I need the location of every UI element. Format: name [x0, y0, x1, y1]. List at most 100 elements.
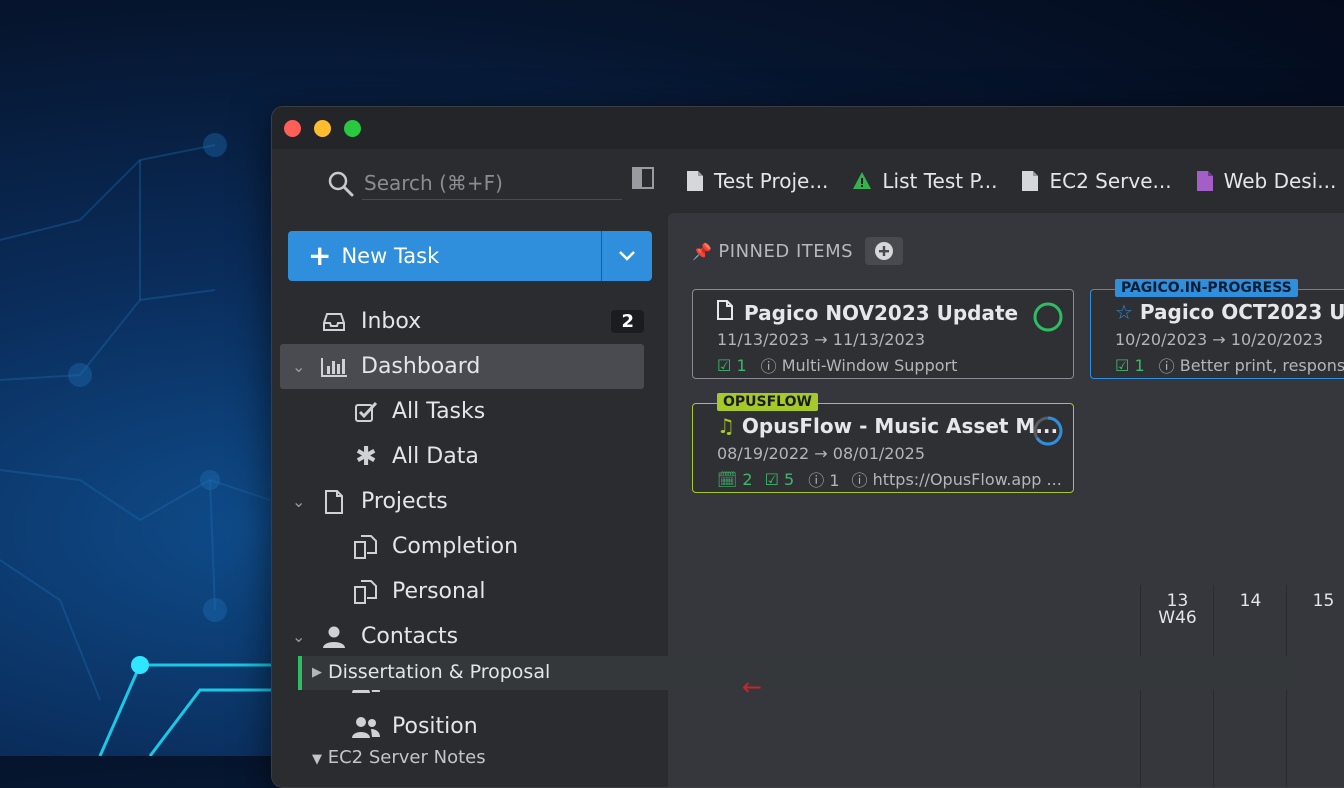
sidebar-toggle-icon[interactable] — [632, 167, 654, 189]
card-info-text: Multi-Window Support — [781, 355, 958, 375]
new-task-dropdown-button[interactable] — [601, 231, 652, 281]
calendar-count: 🗓 2 — [717, 469, 753, 489]
zoom-window-button[interactable] — [344, 120, 361, 137]
search-icon[interactable] — [328, 171, 354, 197]
tab-label: Test Proje... — [714, 169, 829, 193]
star-icon: ☆ — [1115, 300, 1133, 324]
chevron-down-icon — [619, 251, 635, 261]
sidebar-item-label: Position — [392, 714, 478, 739]
pinned-items-header: 📌 PINNED ITEMS — [692, 237, 904, 265]
card-title: Pagico NOV2023 Update — [717, 300, 1018, 325]
card-dates: 08/19/2022 → 08/01/2025 — [717, 444, 926, 463]
card-dates: 11/13/2023 → 11/13/2023 — [717, 330, 926, 349]
plus-circle-icon — [875, 242, 894, 260]
add-pinned-item-button[interactable] — [865, 237, 904, 265]
document-icon — [717, 300, 733, 320]
task-check-count: ☑ 1 — [1115, 355, 1145, 375]
pinned-card-oct2023[interactable]: PAGICO.IN-PROGRESS ☆ Pagico OCT2023 Upd … — [1090, 279, 1344, 379]
info-icon: ⓘ — [851, 471, 873, 490]
disclosure-triangle-icon[interactable]: ▼ — [312, 752, 322, 767]
music-note-icon: ♫ — [717, 414, 735, 438]
card-info-text: https://OpusFlow.app ... — [872, 469, 1062, 489]
info-icon: ⓘ — [1158, 357, 1180, 376]
people-group-icon — [352, 713, 380, 741]
card-title-text: Pagico NOV2023 Update — [743, 301, 1019, 325]
card-meta: 🗓 2 ☑ 5 ⓘ 1 ⓘ https://OpusFlow.app ... — [717, 467, 1062, 491]
card-meta: ☑ 1 ⓘ Multi-Window Support — [717, 353, 957, 377]
card-title: ☆ Pagico OCT2023 Upd — [1115, 300, 1344, 324]
document-icon — [1022, 171, 1039, 191]
question-count: ⓘ 1 — [808, 471, 840, 490]
new-task-button[interactable]: + New Task — [288, 231, 601, 281]
close-window-button[interactable] — [284, 120, 301, 137]
disclosure-triangle-icon[interactable]: ▶ — [312, 665, 322, 680]
sidebar: + New Task Inbox 2 ⌄ — [272, 149, 668, 787]
timeline-row-label: EC2 Server Notes — [327, 747, 486, 768]
sidebar-item-contacts[interactable]: ⌄ Contacts — [280, 614, 644, 659]
chevron-down-icon[interactable]: ⌄ — [292, 627, 310, 646]
question-count-value: 1 — [829, 471, 840, 490]
card-tag: PAGICO.IN-PROGRESS — [1115, 279, 1298, 297]
search-input[interactable] — [362, 167, 622, 200]
card-tag: OPUSFLOW — [717, 393, 818, 411]
pinned-items-title: PINNED ITEMS — [718, 240, 854, 262]
tab-test-project[interactable]: Test Proje... — [686, 169, 828, 193]
sidebar-item-inbox[interactable]: Inbox 2 — [280, 299, 644, 344]
sidebar-item-position[interactable]: Position — [280, 704, 644, 749]
search-bar — [328, 167, 628, 200]
sidebar-item-all-tasks[interactable]: All Tasks — [280, 389, 644, 434]
document-purple-icon — [1196, 171, 1213, 191]
sidebar-item-label: Dashboard — [361, 354, 481, 379]
calendar-day: 13 — [1166, 591, 1189, 611]
sidebar-item-completion[interactable]: Completion — [280, 524, 644, 569]
document-tab-bar: Test Proje... List Test P... EC2 Serve..… — [668, 149, 1344, 213]
chevron-down-icon[interactable]: ⌄ — [292, 492, 310, 511]
document-icon — [320, 488, 348, 516]
app-window: + New Task Inbox 2 ⌄ — [271, 106, 1344, 788]
card-info-text: Better print, respons — [1179, 355, 1344, 375]
pinned-card-nov2023[interactable]: Pagico NOV2023 Update 11/13/2023 → 11/13… — [692, 289, 1074, 379]
calendar-count-value: 2 — [742, 469, 753, 489]
warning-triangle-icon — [853, 172, 872, 189]
sidebar-item-projects[interactable]: ⌄ Projects — [280, 479, 644, 524]
tab-list-test[interactable]: List Test P... — [852, 169, 997, 193]
timeline-row-dissertation[interactable]: ▶ Dissertation & Proposal — [298, 656, 1298, 690]
tab-label: EC2 Serve... — [1049, 169, 1172, 193]
sidebar-item-label: Personal — [392, 579, 486, 604]
progress-ring — [1033, 416, 1063, 446]
tab-label: List Test P... — [882, 169, 998, 193]
sidebar-item-dashboard[interactable]: ⌄ Dashboard — [280, 344, 644, 389]
info-icon: ⓘ — [760, 357, 782, 376]
bar-chart-icon — [320, 353, 348, 381]
minimize-window-button[interactable] — [314, 120, 331, 137]
timeline-row-ec2[interactable]: ▼ EC2 Server Notes — [312, 747, 486, 768]
card-dates: 10/20/2023 → 10/20/2023 — [1115, 330, 1324, 349]
pin-icon: 📌 — [692, 241, 713, 261]
checkbox-icon — [352, 398, 380, 426]
tab-ec2-server[interactable]: EC2 Serve... — [1021, 169, 1172, 193]
stacked-documents-icon — [352, 533, 380, 561]
timeline-row-label: Dissertation & Proposal — [328, 661, 551, 683]
progress-ring — [1033, 302, 1063, 332]
person-icon — [320, 623, 348, 651]
task-count: 5 — [784, 469, 795, 489]
card-title: ♫ OpusFlow - Music Asset M... — [717, 414, 1058, 438]
sidebar-item-label: Inbox — [361, 309, 422, 334]
new-task-label: New Task — [341, 244, 440, 268]
tab-web-design[interactable]: Web Desi... — [1196, 169, 1336, 193]
sidebar-item-label: Completion — [392, 534, 519, 559]
sidebar-item-personal[interactable]: Personal — [280, 569, 644, 614]
task-count: 1 — [736, 355, 747, 375]
card-title-text: Pagico OCT2023 Upd — [1139, 300, 1344, 324]
task-check-count: ☑ 5 — [764, 469, 795, 489]
sidebar-item-all-data[interactable]: ✱ All Data — [280, 434, 644, 479]
chevron-down-icon[interactable]: ⌄ — [292, 357, 310, 376]
title-bar — [272, 107, 1344, 149]
task-count: 1 — [1134, 355, 1145, 375]
asterisk-icon: ✱ — [355, 441, 377, 472]
calendar-week: W46 — [1158, 608, 1197, 628]
card-title-text: OpusFlow - Music Asset M... — [741, 414, 1059, 438]
inbox-count-badge: 2 — [611, 310, 644, 333]
plus-icon: + — [308, 239, 332, 272]
pinned-card-opusflow[interactable]: OPUSFLOW ♫ OpusFlow - Music Asset M... 0… — [692, 393, 1074, 493]
